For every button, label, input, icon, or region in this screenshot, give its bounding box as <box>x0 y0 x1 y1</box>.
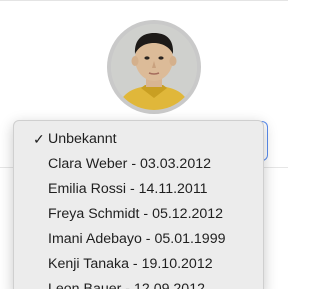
select-option[interactable]: Emilia Rossi - 14.11.2011 <box>14 177 263 202</box>
person-select-dropdown[interactable]: ✓ Unbekannt Clara Weber - 03.03.2012 Emilia… <box>13 120 264 289</box>
select-option-label: Clara Weber - 03.03.2012 <box>48 156 211 172</box>
select-option[interactable]: Clara Weber - 03.03.2012 <box>14 152 263 177</box>
select-option-label: Imani Adebayo - 05.01.1999 <box>48 231 226 247</box>
select-option-label: Freya Schmidt - 05.12.2012 <box>48 206 224 222</box>
select-option[interactable]: Freya Schmidt - 05.12.2012 <box>14 202 263 227</box>
select-option-label: Emilia Rossi - 14.11.2011 <box>48 181 208 197</box>
select-option[interactable]: Leon Bauer - 12.09.2012 <box>14 277 263 289</box>
select-option-label: Kenji Tanaka - 19.10.2012 <box>48 256 213 272</box>
select-option-label: Unbekannt <box>48 131 117 147</box>
select-option[interactable]: ✓ Unbekannt <box>14 127 263 152</box>
select-option-label: Leon Bauer - 12.09.2012 <box>48 281 205 289</box>
person-photo-avatar <box>107 20 201 114</box>
page: ✓ Unbekannt Clara Weber - 03.03.2012 Emilia… <box>0 0 288 289</box>
select-option[interactable]: Kenji Tanaka - 19.10.2012 <box>14 252 263 277</box>
select-option[interactable]: Imani Adebayo - 05.01.1999 <box>14 227 263 252</box>
top-divider <box>0 0 288 1</box>
checkmark-icon: ✓ <box>33 131 45 147</box>
